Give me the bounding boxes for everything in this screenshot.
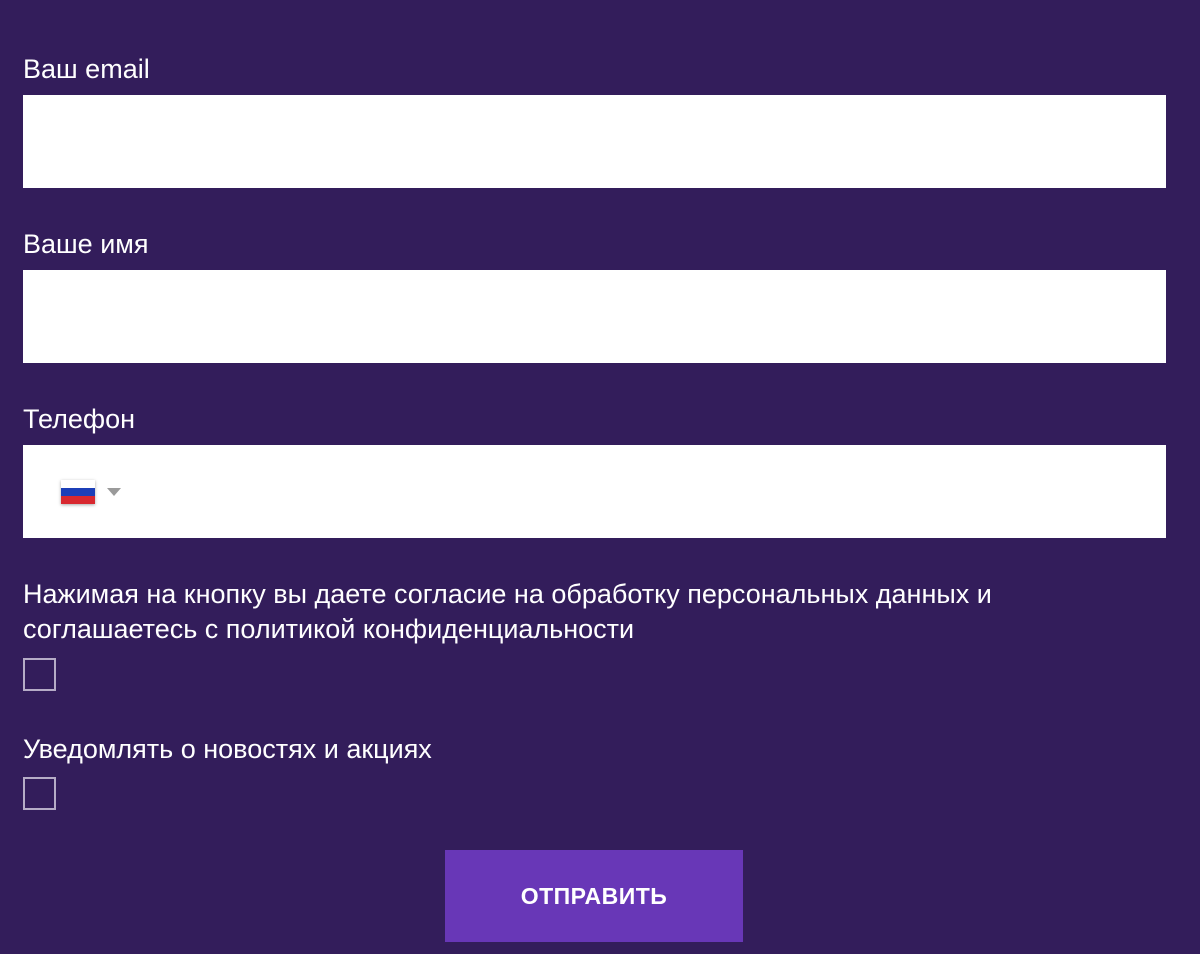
flag-stripe-red [61, 496, 95, 504]
consent-checkbox[interactable] [23, 658, 56, 691]
flag-stripe-blue [61, 488, 95, 496]
email-label: Ваш email [23, 54, 150, 84]
submit-button[interactable]: ОТПРАВИТЬ [445, 850, 743, 942]
email-field[interactable] [23, 95, 1166, 188]
russia-flag-icon [61, 480, 95, 504]
contact-form: Ваш email Ваше имя Телефон Нажимая на кн… [0, 0, 1200, 954]
phone-field[interactable] [133, 445, 1147, 540]
flag-stripe-white [61, 480, 95, 488]
newsletter-label: Уведомлять о новостях и акциях [23, 734, 432, 764]
name-field[interactable] [23, 270, 1166, 363]
chevron-down-icon [107, 488, 121, 496]
phone-field-wrapper [23, 445, 1166, 540]
phone-label: Телефон [23, 404, 136, 434]
country-code-selector[interactable] [59, 476, 125, 508]
newsletter-checkbox[interactable] [23, 777, 56, 810]
name-label: Ваше имя [23, 229, 149, 259]
consent-text: Нажимая на кнопку вы даете согласие на о… [23, 579, 992, 644]
